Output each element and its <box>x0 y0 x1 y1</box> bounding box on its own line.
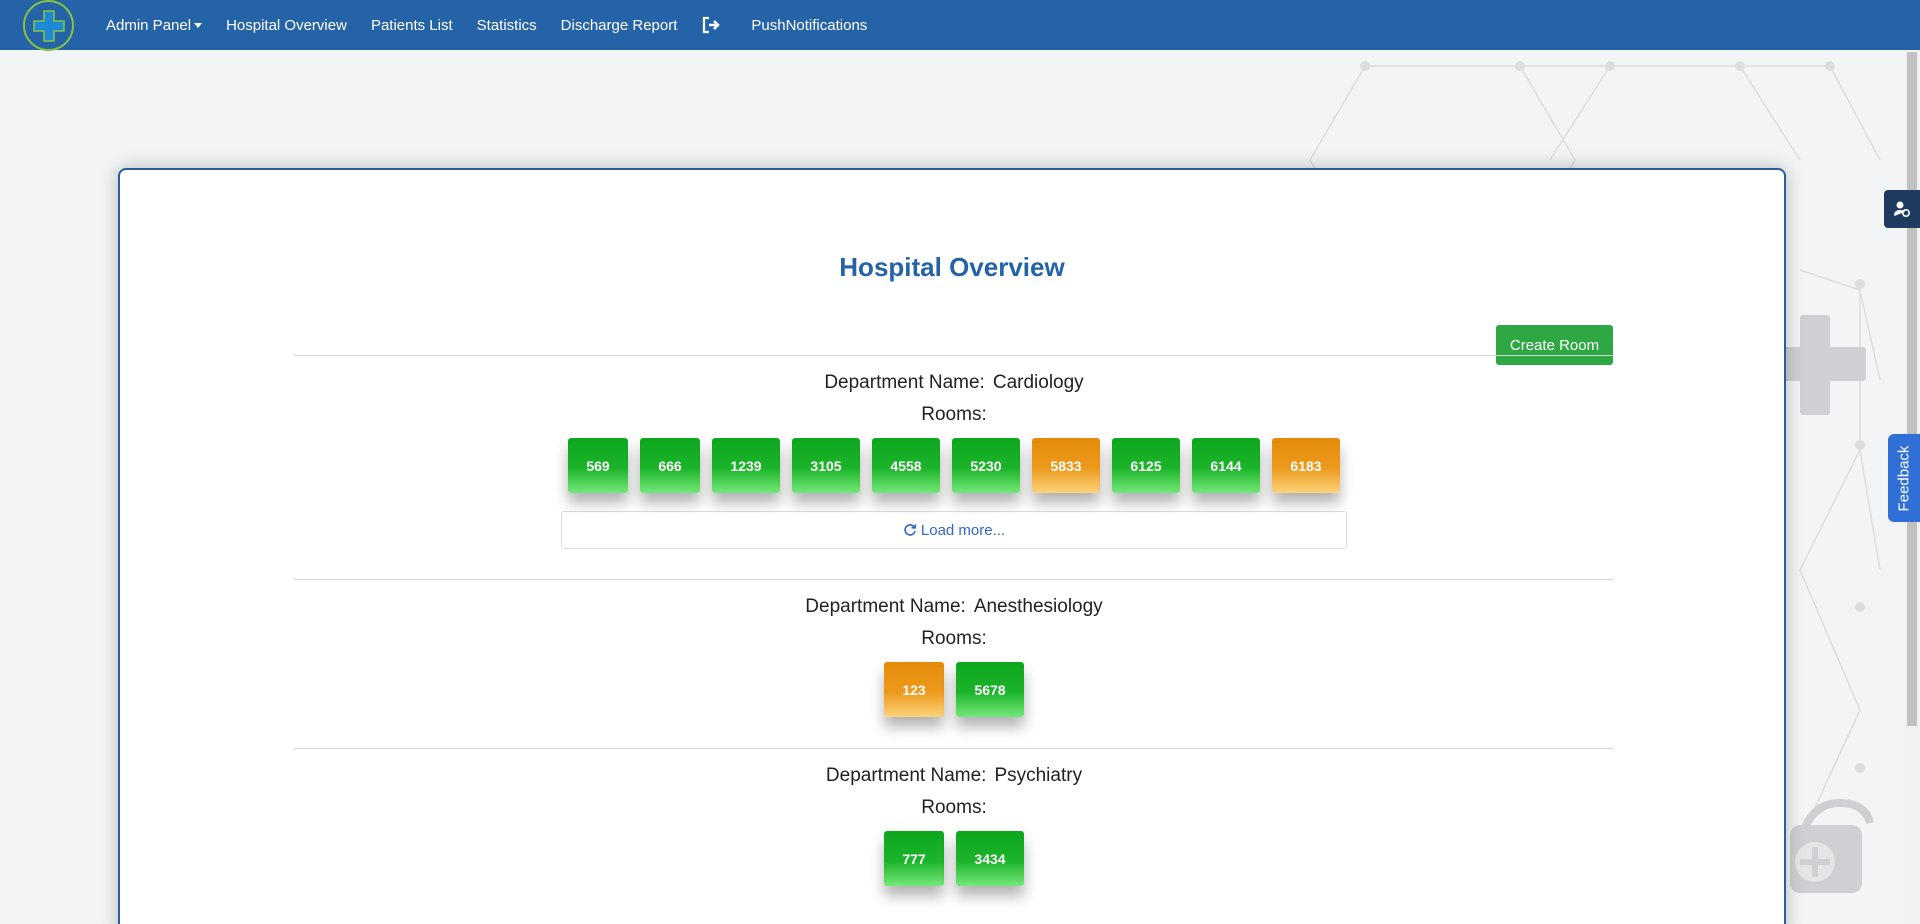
nav-patients-list[interactable]: Patients List <box>371 17 453 34</box>
room-button[interactable]: 777 <box>884 831 944 886</box>
refresh-icon <box>904 524 917 536</box>
room-button[interactable]: 666 <box>640 438 700 493</box>
department-section: Department Name: Psychiatry Rooms: 777 3434 <box>294 748 1614 886</box>
room-button[interactable]: 569 <box>568 438 628 493</box>
department-name-value: Psychiatry <box>994 765 1083 786</box>
department-section: Department Name: Anesthesiology Rooms: 123 5… <box>294 579 1614 717</box>
feedback-label: Feedback <box>1895 445 1913 511</box>
department-name-label: Department Name: <box>825 765 987 786</box>
accessibility-user-button[interactable] <box>1884 190 1920 228</box>
rooms-list: 569 666 1239 3105 4558 5230 5833 6125 6144 6183 <box>294 438 1614 493</box>
department-name-row: Department Name: Anesthesiology <box>294 596 1614 620</box>
scrollbar-thumb[interactable] <box>1907 52 1917 726</box>
nav-push-notifications[interactable]: PushNotifications <box>751 17 867 34</box>
room-button[interactable]: 1239 <box>712 438 780 493</box>
nav-statistics[interactable]: Statistics <box>477 17 537 34</box>
chevron-down-icon <box>194 22 203 28</box>
department-name-row: Department Name: Cardiology <box>294 372 1614 396</box>
rooms-label: Rooms: <box>921 404 987 425</box>
hospital-logo[interactable] <box>23 0 74 51</box>
room-button[interactable]: 5678 <box>956 662 1024 717</box>
room-button[interactable]: 6183 <box>1272 438 1340 493</box>
load-more-label: Load more... <box>920 521 1006 539</box>
room-button[interactable]: 6125 <box>1112 438 1180 493</box>
rooms-label: Rooms: <box>921 628 987 649</box>
user-settings-icon <box>1894 201 1911 218</box>
hospital-overview-card: Hospital Overview Create Room Department… <box>118 168 1786 924</box>
nav-admin-panel[interactable]: Admin Panel <box>106 16 203 34</box>
rooms-list: 777 3434 <box>294 831 1614 886</box>
department-name-value: Cardiology <box>992 372 1084 393</box>
department-name-row: Department Name: Psychiatry <box>294 765 1614 789</box>
load-more-button[interactable]: Load more... <box>561 511 1347 549</box>
room-button[interactable]: 6144 <box>1192 438 1260 493</box>
nav-discharge-report[interactable]: Discharge Report <box>561 17 678 34</box>
rooms-list: 123 5678 <box>294 662 1614 717</box>
department-section: Department Name: Cardiology Rooms: 569 666 12… <box>294 355 1614 549</box>
medical-cross-icon <box>32 9 65 42</box>
feedback-tab[interactable]: Feedback <box>1888 434 1920 522</box>
department-name-label: Department Name: <box>805 596 966 617</box>
rooms-label: Rooms: <box>921 797 987 818</box>
room-button[interactable]: 5833 <box>1032 438 1100 493</box>
top-navbar: Admin Panel Hospital Overview Patients L… <box>0 0 1920 51</box>
department-name-value: Anesthesiology <box>973 596 1103 617</box>
room-button[interactable]: 3105 <box>792 438 860 493</box>
room-button[interactable]: 5230 <box>952 438 1020 493</box>
department-name-label: Department Name: <box>824 372 985 393</box>
nav-admin-panel-label: Admin Panel <box>106 16 192 34</box>
nav-hospital-overview[interactable]: Hospital Overview <box>226 17 347 34</box>
room-button[interactable]: 123 <box>884 662 944 717</box>
room-button[interactable]: 3434 <box>956 831 1024 886</box>
logout-icon[interactable] <box>701 16 721 34</box>
room-button[interactable]: 4558 <box>872 438 940 493</box>
page-title: Hospital Overview <box>839 252 1065 282</box>
